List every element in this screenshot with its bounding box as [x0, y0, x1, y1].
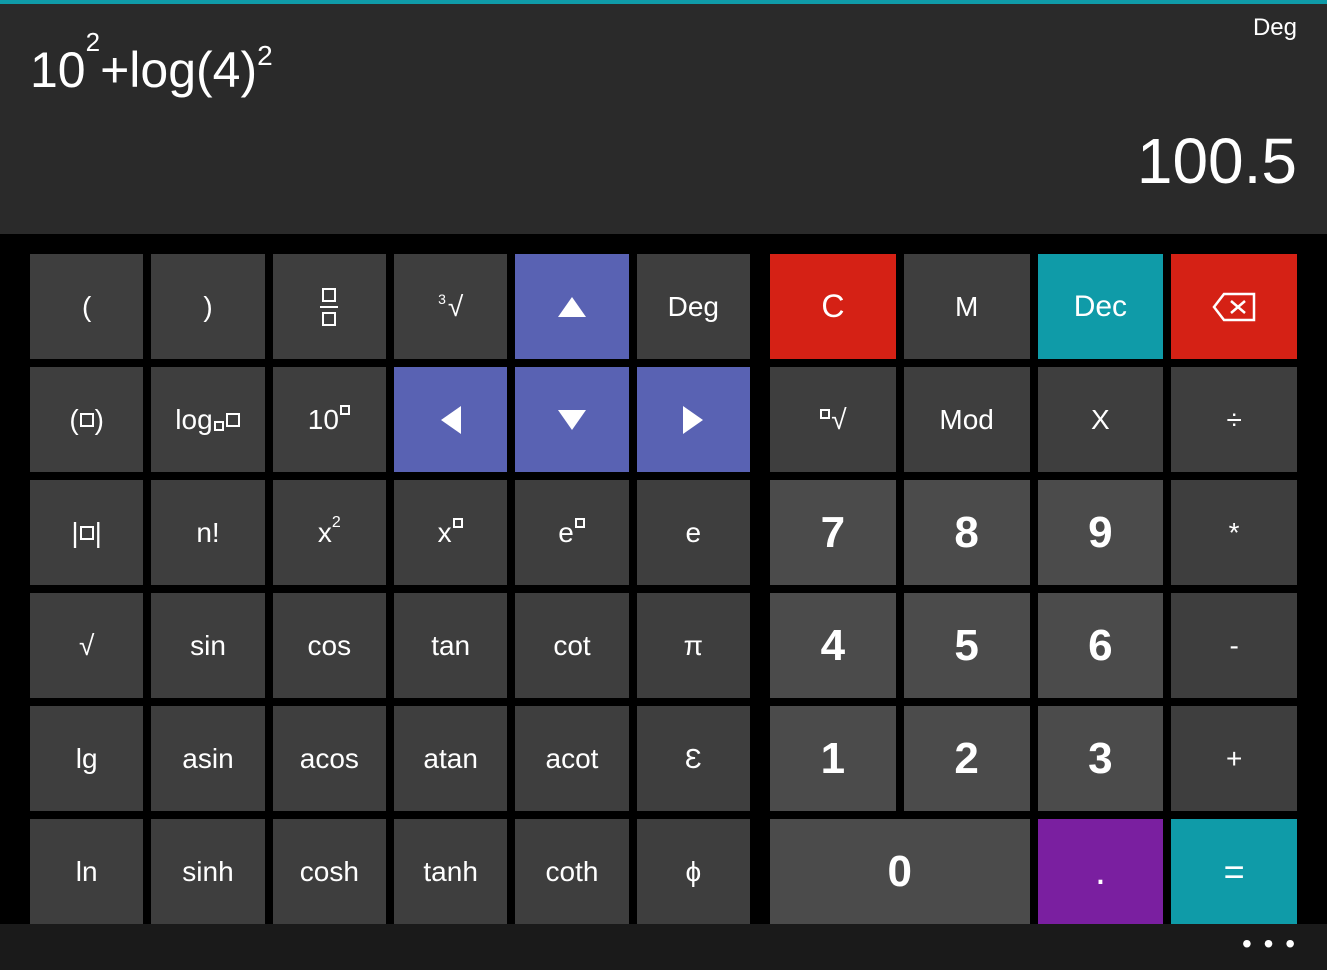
- placeholder-icon: [226, 413, 240, 427]
- expr-base-1: 10: [30, 42, 86, 98]
- pi-button[interactable]: π: [637, 593, 750, 698]
- digit-2-button[interactable]: 2: [904, 706, 1030, 811]
- multiply-button[interactable]: *: [1171, 480, 1297, 585]
- phi-button[interactable]: ϕ: [637, 819, 750, 924]
- clear-button[interactable]: C: [770, 254, 896, 359]
- more-button[interactable]: • • •: [1242, 939, 1297, 949]
- result-display: 100.5: [30, 124, 1297, 198]
- decimal-point-button[interactable]: .: [1038, 819, 1164, 924]
- factorial-button[interactable]: n!: [151, 480, 264, 585]
- paren-group-button[interactable]: (): [30, 367, 143, 472]
- cot-button[interactable]: cot: [515, 593, 628, 698]
- cos-button[interactable]: cos: [273, 593, 386, 698]
- function-keypad: ( ) 3√ Deg () log 10 || n! x2 x e e √ si…: [30, 254, 750, 924]
- nth-root-button[interactable]: √: [770, 367, 896, 472]
- digit-3-button[interactable]: 3: [1038, 706, 1164, 811]
- dec-mode-button[interactable]: Dec: [1038, 254, 1164, 359]
- equals-button[interactable]: =: [1171, 819, 1297, 924]
- memory-button[interactable]: M: [904, 254, 1030, 359]
- asin-button[interactable]: asin: [151, 706, 264, 811]
- atan-button[interactable]: atan: [394, 706, 507, 811]
- placeholder-icon: [80, 413, 94, 427]
- x-squared-button[interactable]: x2: [273, 480, 386, 585]
- placeholder-icon: [80, 526, 94, 540]
- x-var-button[interactable]: X: [1038, 367, 1164, 472]
- ten-power-button[interactable]: 10: [273, 367, 386, 472]
- e-power-button[interactable]: e: [515, 480, 628, 585]
- acot-button[interactable]: acot: [515, 706, 628, 811]
- tanh-button[interactable]: tanh: [394, 819, 507, 924]
- close-paren-button[interactable]: ): [151, 254, 264, 359]
- fraction-button[interactable]: [273, 254, 386, 359]
- expr-sup-2: 2: [257, 40, 273, 71]
- x-power-button[interactable]: x: [394, 480, 507, 585]
- mod-button[interactable]: Mod: [904, 367, 1030, 472]
- arrow-left-icon: [441, 406, 461, 434]
- acos-button[interactable]: acos: [273, 706, 386, 811]
- app-bar: • • •: [0, 924, 1327, 970]
- backspace-button[interactable]: [1171, 254, 1297, 359]
- digit-9-button[interactable]: 9: [1038, 480, 1164, 585]
- cursor-right-button[interactable]: [637, 367, 750, 472]
- numeric-keypad: C M Dec √ Mod X ÷ 7 8 9 * 4 5 6: [770, 254, 1297, 924]
- cursor-up-button[interactable]: [515, 254, 628, 359]
- digit-7-button[interactable]: 7: [770, 480, 896, 585]
- cosh-button[interactable]: cosh: [273, 819, 386, 924]
- plus-button[interactable]: +: [1171, 706, 1297, 811]
- expr-sup-1: 2: [86, 27, 100, 57]
- abs-button[interactable]: ||: [30, 480, 143, 585]
- fraction-icon: [320, 288, 338, 326]
- arrow-right-icon: [683, 406, 703, 434]
- log-base-button[interactable]: log: [151, 367, 264, 472]
- digit-4-button[interactable]: 4: [770, 593, 896, 698]
- digit-0-button[interactable]: 0: [770, 819, 1030, 924]
- calculator-app: Deg 102+log(4)2 100.5 ( ) 3√ Deg () log …: [0, 0, 1327, 970]
- cursor-down-button[interactable]: [515, 367, 628, 472]
- arrow-down-icon: [558, 410, 586, 430]
- angle-mode-indicator: Deg: [1253, 14, 1297, 42]
- minus-button[interactable]: -: [1171, 593, 1297, 698]
- digit-1-button[interactable]: 1: [770, 706, 896, 811]
- divide-button[interactable]: ÷: [1171, 367, 1297, 472]
- cube-root-button[interactable]: 3√: [394, 254, 507, 359]
- lg-button[interactable]: lg: [30, 706, 143, 811]
- epsilon-button[interactable]: Ɛ: [637, 706, 750, 811]
- coth-button[interactable]: coth: [515, 819, 628, 924]
- digit-5-button[interactable]: 5: [904, 593, 1030, 698]
- sqrt-button[interactable]: √: [30, 593, 143, 698]
- display-panel: Deg 102+log(4)2 100.5: [0, 4, 1327, 234]
- tan-button[interactable]: tan: [394, 593, 507, 698]
- sin-button[interactable]: sin: [151, 593, 264, 698]
- expr-mid: +log(4): [100, 42, 257, 98]
- sinh-button[interactable]: sinh: [151, 819, 264, 924]
- backspace-icon: [1212, 292, 1256, 322]
- digit-8-button[interactable]: 8: [904, 480, 1030, 585]
- digit-6-button[interactable]: 6: [1038, 593, 1164, 698]
- open-paren-button[interactable]: (: [30, 254, 143, 359]
- keypad: ( ) 3√ Deg () log 10 || n! x2 x e e √ si…: [0, 234, 1327, 924]
- angle-mode-button[interactable]: Deg: [637, 254, 750, 359]
- ln-button[interactable]: ln: [30, 819, 143, 924]
- arrow-up-icon: [558, 297, 586, 317]
- cursor-left-button[interactable]: [394, 367, 507, 472]
- expression-display: 102+log(4)2: [30, 41, 1297, 99]
- e-constant-button[interactable]: e: [637, 480, 750, 585]
